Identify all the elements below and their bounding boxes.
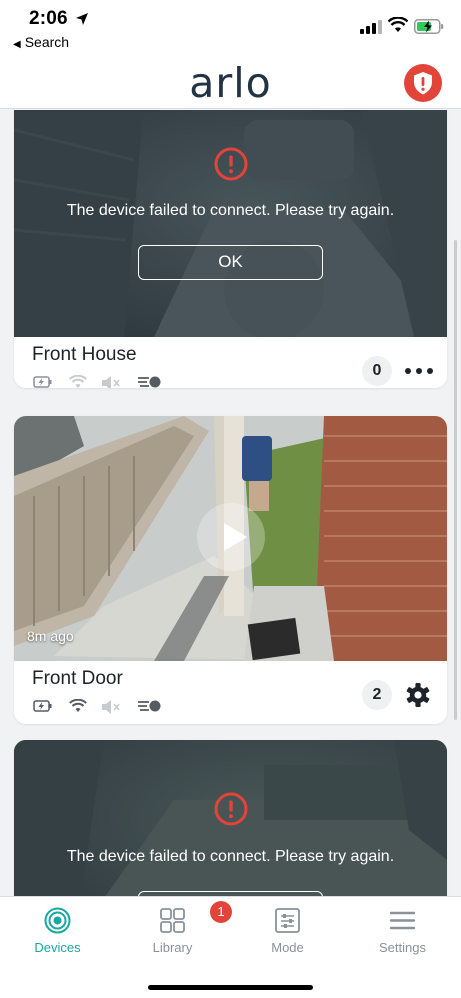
library-icon [160,908,185,933]
connection-error-message: The device failed to connect. Please try… [66,202,395,219]
settings-icon [389,911,416,930]
event-count-badge[interactable]: 0 [362,356,392,386]
camera-feed-3[interactable]: The device failed to connect. Please try… [14,740,447,896]
tab-label: Mode [271,940,304,955]
motion-detection-icon [138,376,161,388]
camera-name[interactable]: Front House [32,344,137,366]
tab-settings[interactable]: Settings [345,897,460,967]
speaker-muted-icon [102,376,120,388]
tab-label: Settings [379,940,426,955]
battery-charging-status-icon [33,700,52,712]
shield-alert-icon [414,72,432,95]
wifi-status-icon [69,699,87,712]
error-alert-icon [214,792,248,826]
arlo-logo: arlo [189,59,272,107]
connection-error-message: The device failed to connect. Please try… [66,848,395,865]
error-overlay [14,110,447,337]
device-card-front-house[interactable]: The device failed to connect. Please try… [14,110,447,388]
ok-button[interactable]: OK [138,245,323,280]
tab-bar: Devices 1 Library Mode Settings [0,896,461,998]
tab-label: Library [152,940,193,955]
devices-icon [44,907,71,934]
alert-shield-button[interactable] [404,64,442,102]
error-alert-icon [214,147,248,181]
camera-feed-front-house[interactable]: The device failed to connect. Please try… [14,110,447,337]
tab-label: Devices [34,940,81,955]
play-icon [224,523,247,551]
gear-icon[interactable] [405,682,431,708]
location-arrow-icon [76,13,88,25]
last-seen-timestamp: 8m ago [27,628,74,644]
home-indicator [148,985,313,990]
event-count-badge[interactable]: 2 [362,680,392,710]
tab-devices[interactable]: Devices [0,897,115,967]
library-notification-badge: 1 [210,901,232,923]
device-list[interactable]: The device failed to connect. Please try… [0,110,461,896]
tab-mode[interactable]: Mode [230,897,345,967]
mode-icon [275,908,300,933]
cellular-signal-icon [360,20,382,34]
device-card-3[interactable]: The device failed to connect. Please try… [14,740,447,896]
tab-library[interactable]: 1 Library [115,897,232,967]
device-card-front-door[interactable]: 8m ago Front Door 2 [14,416,447,724]
back-triangle-icon: ◀ [13,39,21,50]
app-header: arlo [0,60,461,109]
back-to-search-link[interactable]: ◀ Search [13,34,69,50]
status-bar: 2:06 ◀ Search [0,0,461,60]
play-button[interactable] [197,503,265,571]
clock: 2:06 [29,8,68,29]
camera-name[interactable]: Front Door [32,668,123,690]
battery-charging-status-icon [33,376,52,388]
camera-feed-front-door[interactable]: 8m ago [14,416,447,661]
motion-detection-icon [138,700,161,712]
wifi-status-icon [69,375,87,388]
more-options-icon[interactable] [404,366,434,376]
wifi-icon [388,17,408,32]
speaker-muted-icon [102,700,120,714]
battery-charging-icon [414,19,444,34]
back-label: Search [24,34,70,50]
scrollbar[interactable] [454,240,457,720]
